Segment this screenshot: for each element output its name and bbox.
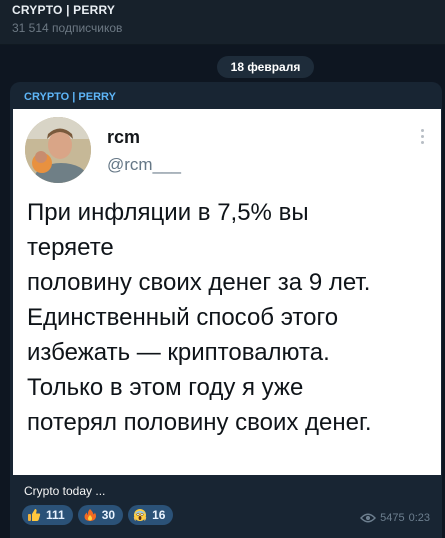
reaction-count: 16 <box>152 508 166 522</box>
thumbs-up-icon <box>28 509 41 521</box>
message-caption: Crypto today ... <box>24 484 106 498</box>
tweet-author-name: rcm <box>107 127 141 147</box>
reaction-count: 30 <box>101 508 116 522</box>
views-eye-icon <box>360 513 377 523</box>
date-separator[interactable]: 18 февраля <box>217 56 314 78</box>
subscriber-count: 31 514 подписчиков <box>12 21 123 35</box>
scream-face-icon <box>133 509 147 521</box>
view-count: 5475 <box>380 512 405 524</box>
tweet-author-handle: @rcm___ <box>107 155 181 174</box>
message-meta: 5475 0:23 <box>360 512 430 524</box>
forwarded-from-label[interactable]: CRYPTO | PERRY <box>24 91 116 103</box>
reaction-count: 111 <box>46 508 65 522</box>
reaction-thumbs-up[interactable]: 111 <box>22 505 73 525</box>
message-time: 0:23 <box>408 512 430 524</box>
reaction-fire[interactable]: 30 <box>77 505 124 525</box>
tweet-screenshot-image[interactable]: rcm @rcm___ При инфляции в 7,5% вы теряе… <box>13 109 441 475</box>
avatar <box>25 117 91 183</box>
reactions-bar: 111 30 16 <box>22 505 174 525</box>
fire-icon <box>84 509 96 521</box>
reaction-scream[interactable]: 16 <box>128 505 174 525</box>
more-options-icon <box>419 129 425 149</box>
tweet-text: При инфляции в 7,5% вы теряете половину … <box>27 199 372 436</box>
channel-title[interactable]: CRYPTO | PERRY <box>12 3 115 17</box>
message-bubble[interactable]: CRYPTO | PERRY rcm @rcm___ При инфляции … <box>10 82 442 538</box>
channel-header[interactable]: CRYPTO | PERRY 31 514 подписчиков <box>0 0 445 45</box>
avatar-photo-icon <box>25 117 91 183</box>
